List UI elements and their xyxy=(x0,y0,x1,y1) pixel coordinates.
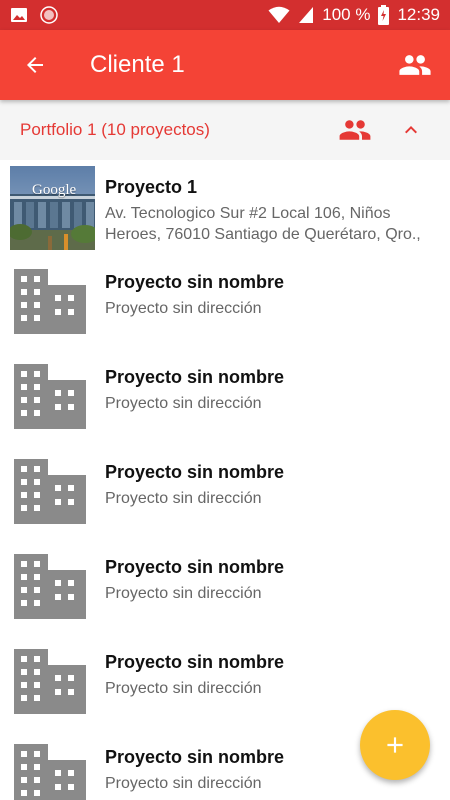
building-icon xyxy=(14,364,86,434)
back-button[interactable] xyxy=(0,30,70,100)
chevron-up-icon[interactable] xyxy=(398,118,424,147)
clients-button[interactable] xyxy=(380,30,450,100)
project-address: Proyecto sin dirección xyxy=(105,490,262,507)
building-icon xyxy=(14,269,86,339)
building-icon xyxy=(14,649,86,719)
clock: 12:39 xyxy=(397,5,440,24)
building-icon xyxy=(14,459,86,529)
building-icon xyxy=(14,554,86,624)
portfolio-header[interactable]: Portfolio 1 (10 proyectos) xyxy=(0,100,450,160)
signal-icon xyxy=(298,6,314,24)
project-photo: Google xyxy=(10,166,95,250)
project-name: Proyecto sin nombre xyxy=(105,272,285,292)
project-item[interactable]: Proyecto sin nombre Proyecto sin direcci… xyxy=(0,540,450,635)
status-bar: 100 % 12:39 xyxy=(0,0,450,30)
battery-charging-icon xyxy=(378,5,390,25)
project-address: Proyecto sin dirección xyxy=(105,585,262,602)
project-address: Proyecto sin dirección xyxy=(105,395,262,412)
arrow-back-icon xyxy=(27,57,43,73)
photo-logo-text: Google xyxy=(32,182,77,198)
project-name: Proyecto sin nombre xyxy=(105,557,285,577)
wifi-icon xyxy=(268,6,290,24)
people-icon xyxy=(399,55,431,75)
battery-text: 100 % xyxy=(322,5,371,24)
gallery-notification-icon xyxy=(10,6,28,24)
portfolio-title: Portfolio 1 (10 proyectos) xyxy=(20,120,210,139)
project-name: Proyecto sin nombre xyxy=(105,652,285,672)
record-notification-icon xyxy=(40,6,58,24)
project-address: Proyecto sin dirección xyxy=(105,300,262,317)
plus-icon xyxy=(387,737,403,753)
building-icon xyxy=(14,744,86,800)
project-item[interactable]: Proyecto sin nombre Proyecto sin direcci… xyxy=(0,350,450,445)
page-title: Cliente 1 xyxy=(90,51,185,78)
project-item[interactable]: Google Proyecto 1 Av. Tecnologico Sur #2… xyxy=(0,160,450,255)
project-item[interactable]: Proyecto sin nombre Proyecto sin direcci… xyxy=(0,255,450,350)
project-item[interactable]: Proyecto sin nombre Proyecto sin direcci… xyxy=(0,445,450,540)
app-bar: Cliente 1 xyxy=(0,30,450,100)
project-name: Proyecto 1 xyxy=(105,177,198,197)
project-name: Proyecto sin nombre xyxy=(105,367,285,387)
project-name: Proyecto sin nombre xyxy=(105,747,285,767)
project-list: Google Proyecto 1 Av. Tecnologico Sur #2… xyxy=(0,160,450,800)
group-icon[interactable] xyxy=(338,116,372,149)
project-name: Proyecto sin nombre xyxy=(105,462,285,482)
project-address: Av. Tecnologico Sur #2 Local 106, Niños … xyxy=(105,205,421,243)
add-project-button[interactable] xyxy=(360,710,430,780)
project-address: Proyecto sin dirección xyxy=(105,680,262,697)
